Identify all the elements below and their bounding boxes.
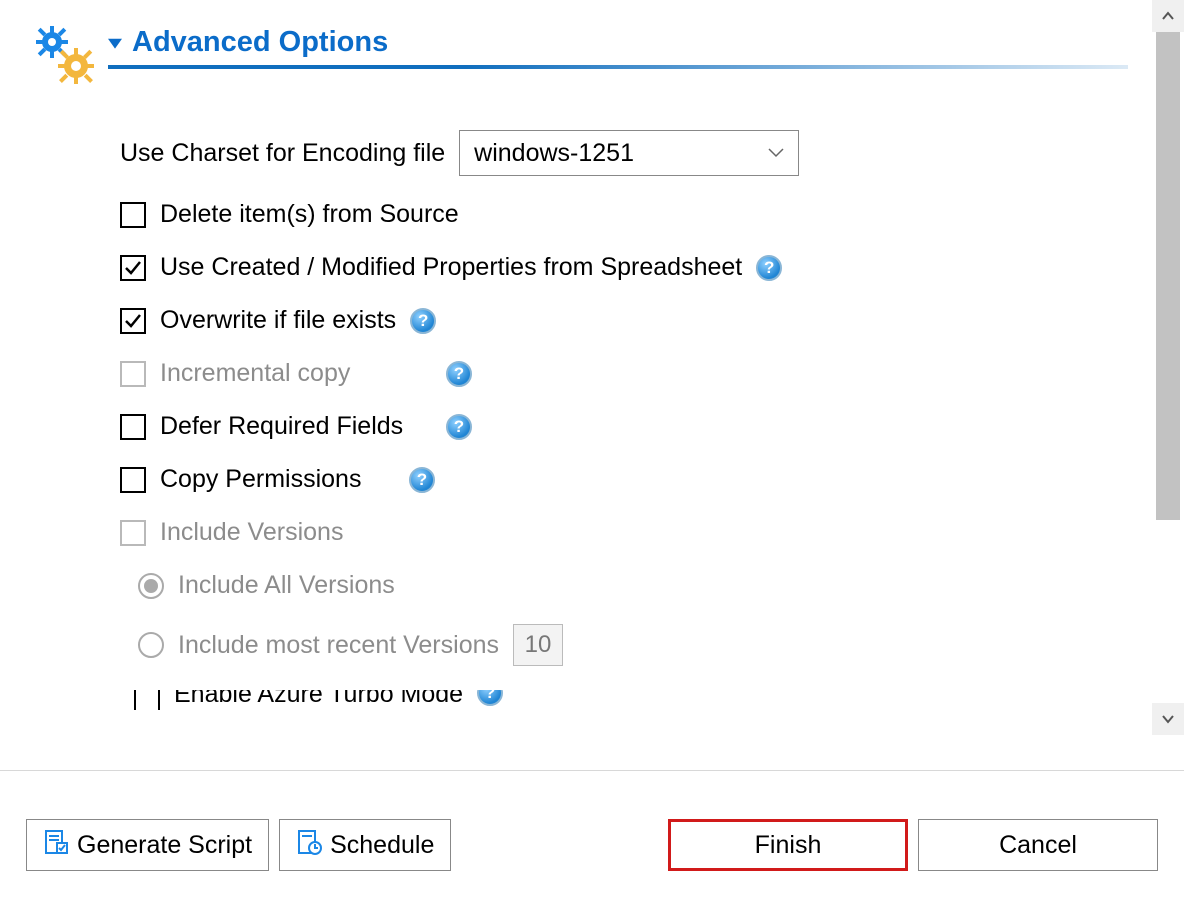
finish-button[interactable]: Finish [668,819,908,871]
include-all-label: Include All Versions [178,571,395,600]
section-title: Advanced Options [132,26,388,59]
chevron-down-icon [768,145,784,161]
scroll-thumb[interactable] [1156,32,1180,520]
include-all-row: Include All Versions [120,571,1128,600]
charset-value: windows-1251 [474,139,634,168]
recent-count-input: 10 [513,624,563,666]
overwrite-row: Overwrite if file exists ? [120,306,1128,335]
schedule-icon [296,829,322,862]
defer-label: Defer Required Fields [160,412,432,441]
include-versions-label: Include Versions [160,518,343,547]
charset-label: Use Charset for Encoding file [120,139,445,168]
copy-perms-checkbox[interactable] [120,467,146,493]
incremental-checkbox [120,361,146,387]
options-list: Use Charset for Encoding file windows-12… [0,88,1128,710]
charset-select[interactable]: windows-1251 [459,130,799,176]
scroll-up-arrow-icon[interactable] [1152,0,1184,32]
overwrite-checkbox[interactable] [120,308,146,334]
cancel-button[interactable]: Cancel [918,819,1158,871]
generate-script-button[interactable]: Generate Script [26,819,269,871]
azure-turbo-checkbox[interactable] [134,690,160,710]
section-title-row[interactable]: Advanced Options [108,26,1128,59]
scroll-down-arrow-icon[interactable] [1152,703,1184,735]
incremental-row: Incremental copy ? [120,359,1128,388]
include-all-radio [138,573,164,599]
include-versions-row: Include Versions [120,518,1128,547]
include-recent-label: Include most recent Versions [178,631,499,660]
include-recent-row: Include most recent Versions 10 [120,624,1128,666]
script-icon [43,829,69,862]
include-versions-checkbox [120,520,146,546]
azure-turbo-row: Enable Azure Turbo Mode ? [134,690,1128,710]
copy-perms-row: Copy Permissions ? [120,465,1128,494]
use-props-row: Use Created / Modified Properties from S… [120,253,1128,282]
copy-perms-label: Copy Permissions [160,465,395,494]
help-icon[interactable]: ? [756,255,782,281]
help-icon[interactable]: ? [409,467,435,493]
help-icon[interactable]: ? [446,414,472,440]
defer-row: Defer Required Fields ? [120,412,1128,441]
options-panel: Advanced Options Use Charset for Encodin… [0,0,1128,735]
delete-source-checkbox[interactable] [120,202,146,228]
azure-turbo-label: Enable Azure Turbo Mode [174,690,463,709]
delete-source-label: Delete item(s) from Source [160,200,459,229]
footer-bar: Generate Script Schedule Finish Cancel [0,770,1184,871]
help-icon[interactable]: ? [477,690,503,706]
overwrite-label: Overwrite if file exists [160,306,396,335]
use-props-checkbox[interactable] [120,255,146,281]
delete-source-row: Delete item(s) from Source [120,200,1128,229]
collapse-caret-icon [108,36,122,50]
scrollbar[interactable] [1152,0,1184,735]
schedule-button[interactable]: Schedule [279,819,451,871]
section-header: Advanced Options [0,0,1128,88]
use-props-label: Use Created / Modified Properties from S… [160,253,742,282]
charset-row: Use Charset for Encoding file windows-12… [120,130,1128,176]
help-icon[interactable]: ? [410,308,436,334]
help-icon[interactable]: ? [446,361,472,387]
incremental-label: Incremental copy [160,359,432,388]
gears-icon [30,18,100,88]
defer-checkbox[interactable] [120,414,146,440]
include-recent-radio [138,632,164,658]
section-underline [108,65,1128,69]
